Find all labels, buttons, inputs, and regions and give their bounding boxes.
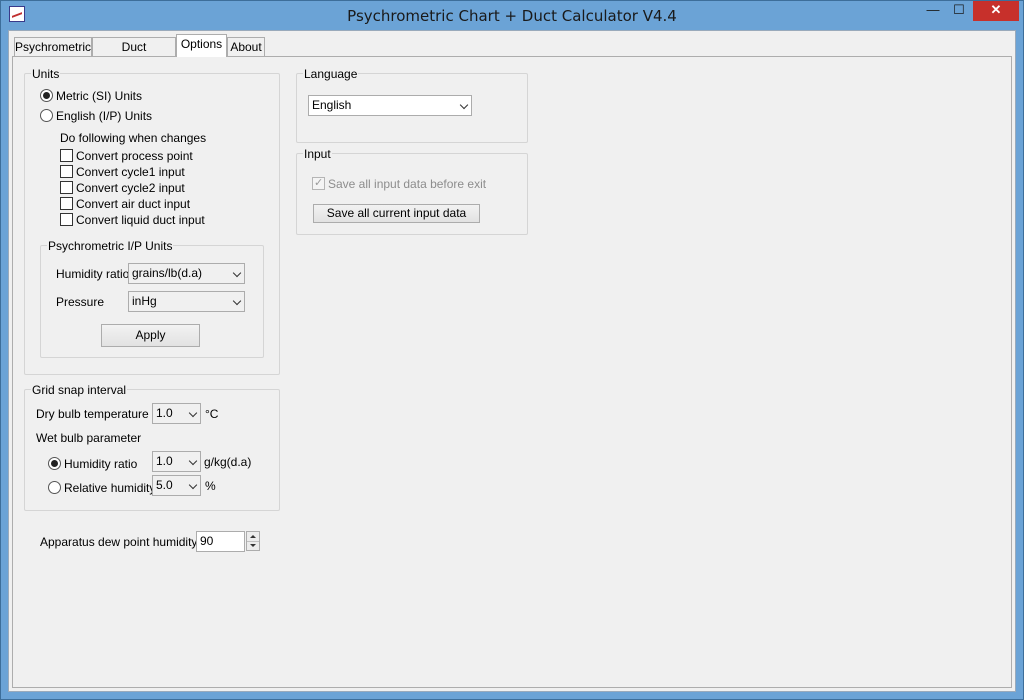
convert-cycle1-label[interactable]: Convert cycle1 input <box>76 165 185 179</box>
english-radio[interactable] <box>40 109 53 122</box>
convert-air-duct-label[interactable]: Convert air duct input <box>76 197 190 211</box>
chevron-down-icon <box>188 408 198 418</box>
apparatus-label: Apparatus dew point humidity, % <box>40 535 214 549</box>
convert-cycle2-label[interactable]: Convert cycle2 input <box>76 181 185 195</box>
grid-rh-select[interactable]: 5.0 <box>152 475 201 496</box>
chevron-down-icon <box>232 268 242 278</box>
chevron-down-icon <box>188 480 198 490</box>
window-title: Psychrometric Chart + Duct Calculator V4… <box>347 7 677 25</box>
chevron-down-icon <box>459 100 469 110</box>
chevron-down-icon <box>188 456 198 466</box>
pressure-select[interactable]: inHg <box>128 291 245 312</box>
humidity-ratio-select[interactable]: grains/lb(d.a) <box>128 263 245 284</box>
chevron-down-icon <box>232 296 242 306</box>
save-before-exit-checkbox[interactable] <box>312 176 325 190</box>
grid-rh-value: 5.0 <box>156 478 173 492</box>
grid-humidity-unit: g/kg(d.a) <box>204 455 252 469</box>
humidity-ratio-value: grains/lb(d.a) <box>132 266 203 280</box>
convert-process-label[interactable]: Convert process point <box>76 149 193 163</box>
dry-bulb-value: 1.0 <box>156 406 173 420</box>
metric-radio[interactable] <box>40 89 53 102</box>
metric-label[interactable]: Metric (SI) Units <box>56 89 142 103</box>
grid-humidity-select[interactable]: 1.0 <box>152 451 201 472</box>
language-value: English <box>312 98 352 112</box>
grid-humidity-radio[interactable] <box>48 457 61 470</box>
grid-humidity-value: 1.0 <box>156 454 173 468</box>
apparatus-spinner[interactable] <box>246 531 260 551</box>
grid-snap-legend: Grid snap interval <box>31 383 128 397</box>
apply-button[interactable]: Apply <box>101 324 200 347</box>
language-legend: Language <box>303 67 359 81</box>
pressure-value: inHg <box>132 294 157 308</box>
arrow-up-icon[interactable] <box>250 535 256 538</box>
convert-liquid-duct-label[interactable]: Convert liquid duct input <box>76 213 205 227</box>
grid-humidity-label[interactable]: Humidity ratio <box>64 457 137 471</box>
ip-units-legend: Psychrometric I/P Units <box>47 239 174 253</box>
convert-liquid-duct-checkbox[interactable] <box>60 213 73 226</box>
save-current-input-button[interactable]: Save all current input data <box>313 204 480 223</box>
follow-label: Do following when changes <box>60 131 207 145</box>
save-before-exit-label[interactable]: Save all input data before exit <box>328 177 486 191</box>
minimize-button[interactable]: — <box>920 1 946 21</box>
grid-rh-unit: % <box>205 479 216 493</box>
convert-process-checkbox[interactable] <box>60 149 73 162</box>
convert-air-duct-checkbox[interactable] <box>60 197 73 210</box>
close-button[interactable]: ✕ <box>973 1 1019 21</box>
dry-bulb-select[interactable]: 1.0 <box>152 403 201 424</box>
tab-duct-calculator[interactable]: Duct Calculator <box>92 37 176 72</box>
units-legend: Units <box>31 67 61 81</box>
pressure-label: Pressure <box>56 295 105 309</box>
english-label[interactable]: English (I/P) Units <box>56 109 152 123</box>
maximize-button[interactable]: ☐ <box>946 1 972 21</box>
tab-psychrometric[interactable]: Psychrometric <box>14 37 92 56</box>
dry-bulb-unit: °C <box>205 407 219 421</box>
tab-options[interactable]: Options <box>176 34 227 57</box>
grid-rh-radio[interactable] <box>48 481 61 494</box>
tab-about[interactable]: About <box>227 37 265 56</box>
convert-cycle1-checkbox[interactable] <box>60 165 73 178</box>
arrow-down-icon[interactable] <box>250 544 256 547</box>
humidity-ratio-label: Humidity ratio <box>56 267 130 281</box>
input-legend: Input <box>303 147 332 161</box>
language-select[interactable]: English <box>308 95 472 116</box>
convert-cycle2-checkbox[interactable] <box>60 181 73 194</box>
wet-bulb-label: Wet bulb parameter <box>36 431 142 445</box>
apparatus-input[interactable]: 90 <box>196 531 245 552</box>
grid-rh-label[interactable]: Relative humidity <box>64 481 155 495</box>
dry-bulb-label: Dry bulb temperature <box>36 407 149 421</box>
